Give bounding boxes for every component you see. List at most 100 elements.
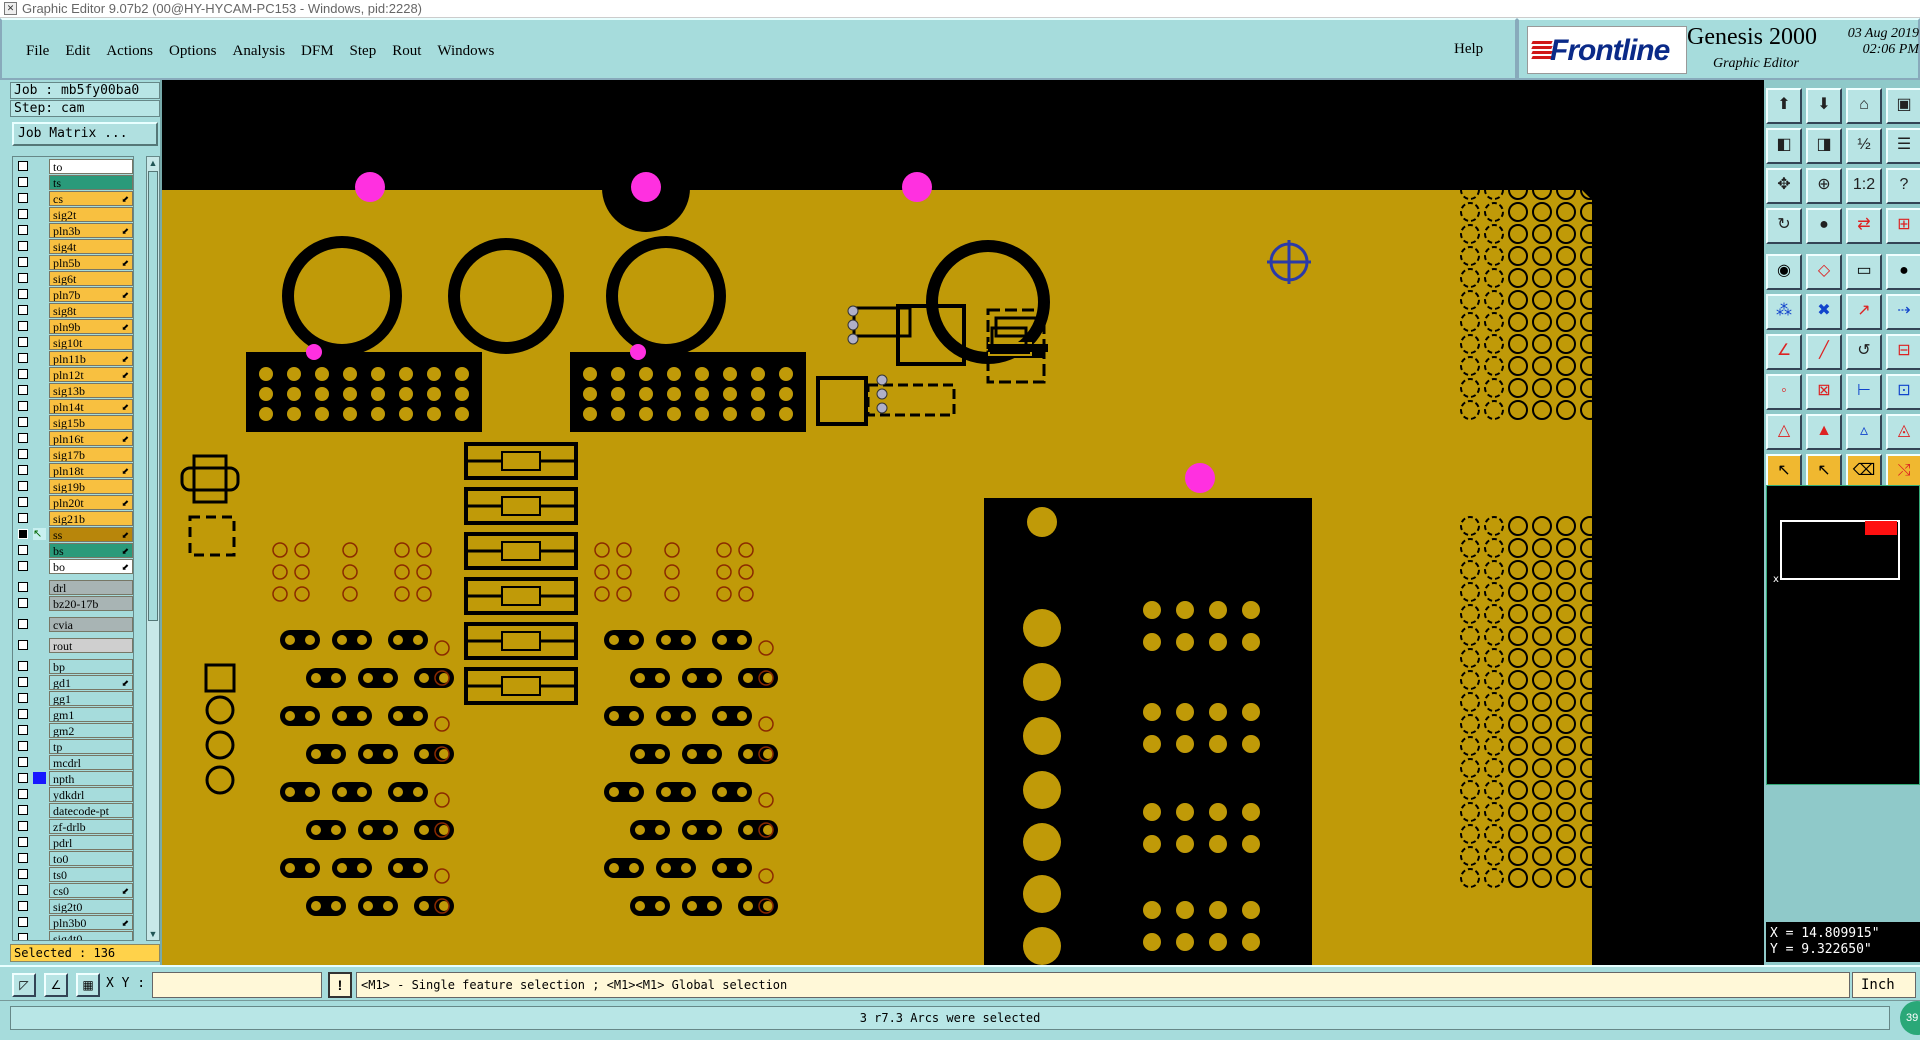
layer-row[interactable]: pln16t ⬋ (13, 431, 133, 446)
layer-name[interactable]: sig2t (49, 207, 133, 222)
units-selector[interactable]: Inch (1852, 972, 1916, 998)
layer-name[interactable]: sig4t0 (49, 931, 133, 940)
layer-checkbox[interactable] (18, 433, 28, 443)
flip-icon[interactable]: ↻ (1766, 208, 1802, 244)
alert-button[interactable]: ! (328, 972, 352, 998)
layer-checkbox[interactable] (18, 619, 28, 629)
layer-checkbox[interactable] (18, 481, 28, 491)
layer-checkbox[interactable] (18, 369, 28, 379)
scroll-up-icon[interactable]: ▲ (147, 157, 159, 169)
layer-row[interactable]: sig21b (13, 511, 133, 526)
layer-checkbox[interactable] (18, 757, 28, 767)
layer-name[interactable]: pln20t ⬋ (49, 495, 133, 510)
layer-scrollbar[interactable]: ▲ ▼ (146, 156, 160, 941)
layer-name[interactable]: pln16t ⬋ (49, 431, 133, 446)
triangle-up-icon[interactable]: ▲ (1806, 414, 1842, 450)
open-icon[interactable]: ◧ (1766, 128, 1802, 164)
layer-row[interactable]: mcdrl (13, 755, 133, 770)
layer-checkbox[interactable] (18, 161, 28, 171)
layer-list[interactable]: to ts cs ⬋ sig2t pln3b ⬋ sig4t pln5b ⬋ sig6t pln7b ⬋… (12, 156, 134, 941)
layer-row[interactable]: cs0 ⬋ (13, 883, 133, 898)
triangle-alt-icon[interactable]: ◬ (1886, 414, 1920, 450)
layer-row[interactable]: sig2t (13, 207, 133, 222)
layer-checkbox[interactable] (18, 209, 28, 219)
layer-row[interactable]: rout (13, 638, 133, 653)
copy-icon[interactable]: ◇ (1806, 254, 1842, 290)
snap-mode-icon[interactable]: ◸ (12, 973, 36, 997)
layer-checkbox[interactable] (18, 225, 28, 235)
layer-row[interactable]: ydkdrl (13, 787, 133, 802)
line-icon[interactable]: ∠ (1766, 334, 1802, 370)
layer-checkbox[interactable] (18, 677, 28, 687)
net-icon[interactable]: ⇄ (1846, 208, 1882, 244)
zoom-in-icon[interactable]: ⊕ (1806, 168, 1842, 204)
layer-checkbox[interactable] (18, 257, 28, 267)
layer-name[interactable]: tp (49, 739, 133, 754)
layer-checkbox[interactable] (18, 417, 28, 427)
layer-checkbox[interactable] (18, 529, 28, 539)
layer-checkbox[interactable] (18, 725, 28, 735)
overview-window[interactable]: x (1766, 485, 1920, 785)
zoom-half-icon[interactable]: ½ (1846, 128, 1882, 164)
cross-icon[interactable]: ✖ (1806, 294, 1842, 330)
layer-checkbox[interactable] (18, 305, 28, 315)
layer-checkbox[interactable] (18, 598, 28, 608)
layer-name[interactable]: pdrl (49, 835, 133, 850)
layer-checkbox[interactable] (18, 773, 28, 783)
edit-icon[interactable]: ⊠ (1806, 374, 1842, 410)
layer-name[interactable]: sig15b (49, 415, 133, 430)
layer-row[interactable]: to (13, 159, 133, 174)
layer-name[interactable]: npth (49, 771, 133, 786)
scroll-down-icon[interactable]: ▼ (147, 928, 159, 940)
layer-row[interactable]: sig10t (13, 335, 133, 350)
layer-row[interactable]: ts0 (13, 867, 133, 882)
layer-row[interactable]: gg1 (13, 691, 133, 706)
layer-checkbox[interactable] (18, 273, 28, 283)
layer-row[interactable]: pln11b ⬋ (13, 351, 133, 366)
rotate-icon[interactable]: ↺ (1846, 334, 1882, 370)
layer-checkbox[interactable] (18, 901, 28, 911)
layer-checkbox[interactable] (18, 805, 28, 815)
xy-input[interactable] (152, 972, 322, 998)
layer-name[interactable]: ss ⬋ (49, 527, 133, 542)
layer-row[interactable]: cs ⬋ (13, 191, 133, 206)
layer-row[interactable]: pdrl (13, 835, 133, 850)
building-icon[interactable]: ⌂ (1846, 88, 1882, 124)
layer-checkbox[interactable] (18, 561, 28, 571)
layer-checkbox[interactable] (18, 885, 28, 895)
layer-name[interactable]: pln14t ⬋ (49, 399, 133, 414)
snap-icon[interactable]: ◉ (1766, 254, 1802, 290)
layer-name[interactable]: to (49, 159, 133, 174)
layer-checkbox[interactable] (18, 821, 28, 831)
layer-name[interactable]: ydkdrl (49, 787, 133, 802)
layer-row[interactable]: pln9b ⬋ (13, 319, 133, 334)
layer-checkbox[interactable] (18, 177, 28, 187)
move-icon[interactable]: ↗ (1846, 294, 1882, 330)
layer-row[interactable]: ts (13, 175, 133, 190)
layer-name[interactable]: pln3b0 ⬋ (49, 915, 133, 930)
grid-icon[interactable]: ⊞ (1886, 208, 1920, 244)
menu-edit[interactable]: Edit (57, 41, 98, 61)
close-view-icon[interactable]: ◨ (1806, 128, 1842, 164)
layer-row[interactable]: sig8t (13, 303, 133, 318)
layer-name[interactable]: cvia (49, 617, 133, 632)
layer-row[interactable]: gd1 ⬋ (13, 675, 133, 690)
layer-checkbox[interactable] (18, 917, 28, 927)
layer-name[interactable]: bs ⬋ (49, 543, 133, 558)
layer-checkbox[interactable] (18, 582, 28, 592)
layer-name[interactable]: sig13b (49, 383, 133, 398)
layer-name[interactable]: zf-drlb (49, 819, 133, 834)
layer-row[interactable]: sig2t0 (13, 899, 133, 914)
measure-icon[interactable]: ● (1806, 208, 1842, 244)
layer-name[interactable]: sig10t (49, 335, 133, 350)
layer-checkbox[interactable] (18, 709, 28, 719)
menu-rout[interactable]: Rout (384, 41, 429, 61)
layer-name[interactable]: pln11b ⬋ (49, 351, 133, 366)
node-icon[interactable]: ◦ (1766, 374, 1802, 410)
layer-name[interactable]: gm1 (49, 707, 133, 722)
layer-name[interactable]: pln9b ⬋ (49, 319, 133, 334)
layer-name[interactable]: bo ⬋ (49, 559, 133, 574)
layer-name[interactable]: gd1 ⬋ (49, 675, 133, 690)
layer-name[interactable]: pln7b ⬋ (49, 287, 133, 302)
triangle-icon[interactable]: △ (1766, 414, 1802, 450)
